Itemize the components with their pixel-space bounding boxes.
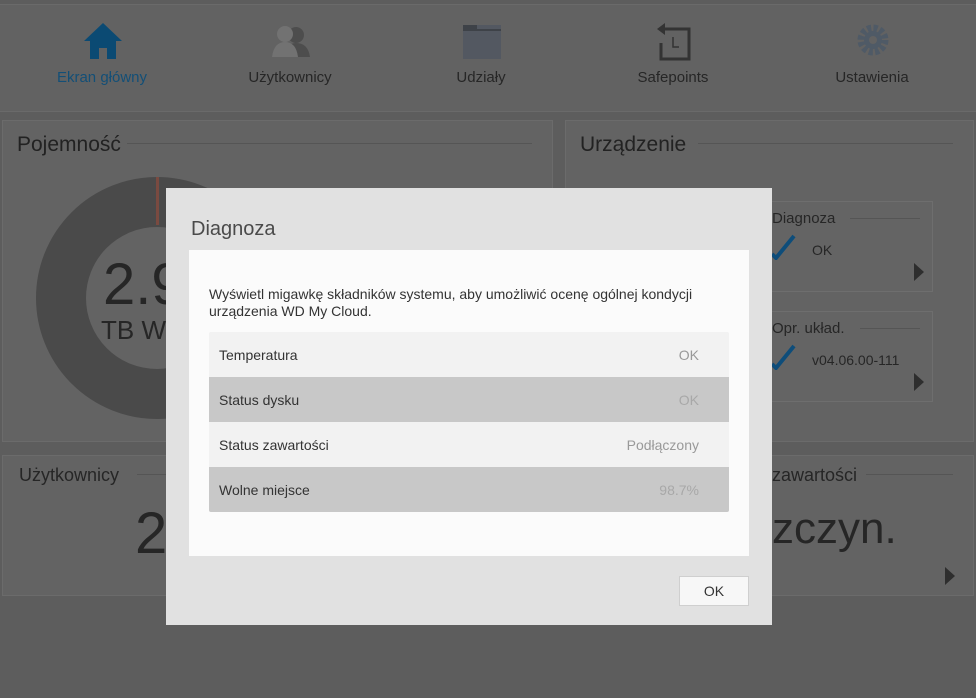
table-row: Wolne miejsce 98.7%	[209, 467, 729, 512]
table-row: Status dysku OK	[209, 377, 729, 422]
users-count: 2	[135, 501, 168, 566]
diagnosis-dialog: Diagnoza Wyświetl migawkę składników sys…	[166, 188, 772, 625]
diagnosis-table: Temperatura OK Status dysku OK Status zawa…	[209, 332, 729, 512]
firmware-card[interactable]: Opr. układ. v04.06.00-111	[765, 311, 933, 402]
gear-icon	[857, 24, 889, 56]
ok-button[interactable]: OK	[679, 576, 749, 606]
chevron-right-icon[interactable]	[913, 262, 925, 282]
table-row: Temperatura OK	[209, 332, 729, 377]
capacity-title: Pojemność	[17, 133, 121, 156]
table-row: Status zawartości Podłączony	[209, 422, 729, 467]
dialog-body: Wyświetl migawkę składników systemu, aby…	[189, 250, 749, 556]
users-icon	[272, 26, 310, 57]
nav-home[interactable]: Ekran główny	[4, 5, 200, 113]
chevron-right-icon[interactable]	[913, 372, 925, 392]
chevron-right-icon[interactable]	[944, 566, 956, 586]
nav-users[interactable]: Użytkownicy	[192, 5, 388, 113]
check-icon	[770, 344, 796, 370]
safepoint-icon	[657, 23, 691, 61]
diagnosis-card[interactable]: Diagnoza OK	[765, 201, 933, 292]
nav-shares[interactable]: Udziały	[383, 5, 579, 113]
device-title: Urządzenie	[580, 133, 687, 156]
home-icon	[84, 23, 122, 59]
folder-icon	[463, 25, 501, 59]
nav-settings[interactable]: Ustawienia	[774, 5, 970, 113]
dialog-title: Diagnoza	[191, 218, 276, 240]
nav-safepoints[interactable]: Safepoints	[575, 5, 771, 113]
check-icon	[770, 234, 796, 260]
top-nav: Ekran główny Użytkownicy Udziały Safepoi…	[0, 4, 976, 112]
capacity-unit: TB W	[101, 315, 166, 345]
dialog-description: Wyświetl migawkę składników systemu, aby…	[209, 286, 693, 319]
